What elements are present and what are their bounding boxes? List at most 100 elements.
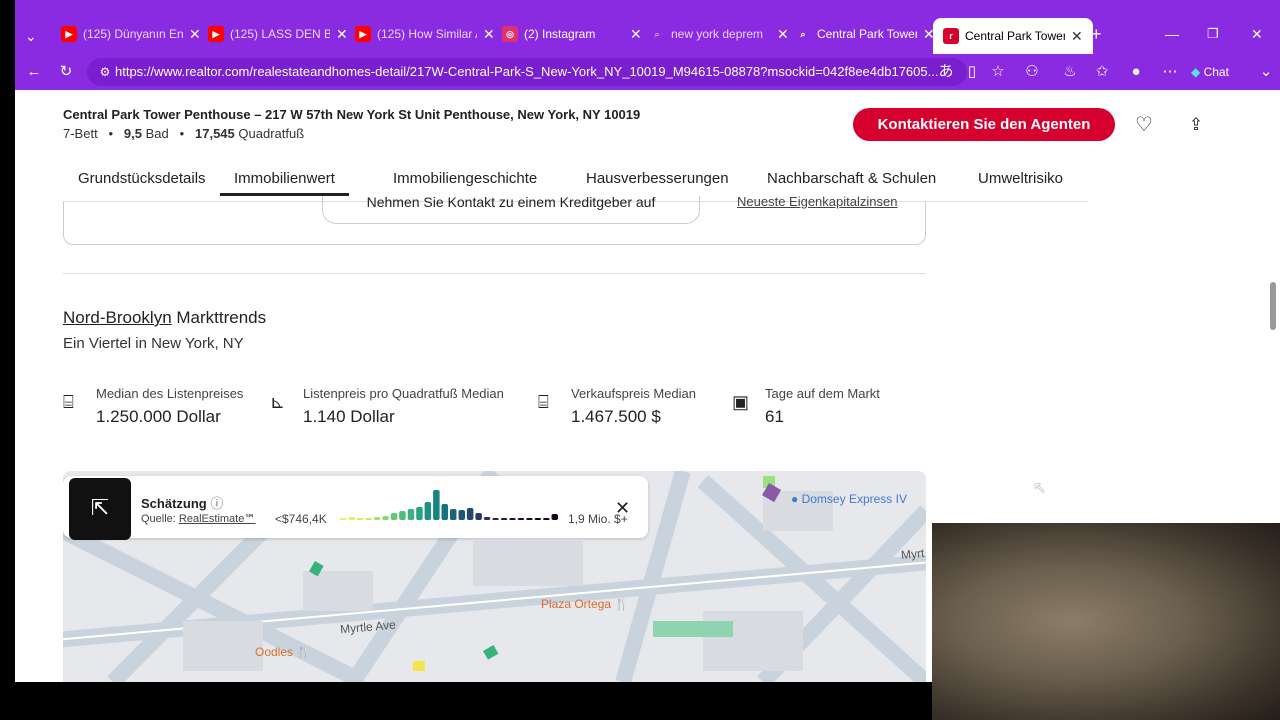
market-trends-subtitle: Ein Viertel in New York, NY xyxy=(63,335,244,352)
minimize-icon[interactable]: — xyxy=(1165,22,1179,46)
tab-title: (125) Dünyanın En Bü xyxy=(83,27,183,41)
more-menu-icon[interactable]: ⋯ xyxy=(1159,61,1181,83)
close-icon[interactable]: ✕ xyxy=(615,498,630,519)
contact-lender-button[interactable]: Nehmen Sie Kontakt zu einem Kreditgeber … xyxy=(322,196,700,224)
close-icon[interactable]: ✕ xyxy=(630,26,642,43)
browser-tab[interactable]: ▶ (125) How Similar Are ✕ xyxy=(355,22,495,46)
window-close-icon[interactable]: ✕ xyxy=(1251,22,1263,46)
performance-icon[interactable]: ♨ xyxy=(1059,61,1081,83)
browser-tab[interactable]: ▶ (125) Dünyanın En Bü ✕ xyxy=(61,22,201,46)
histogram-bar xyxy=(466,508,474,520)
browser-tab[interactable]: ▶ (125) LASS DEN BÄR ✕ xyxy=(208,22,348,46)
sold-tag-icon: ⌸ xyxy=(538,392,549,412)
tab-title: (125) LASS DEN BÄR xyxy=(230,27,330,41)
histogram-bar xyxy=(450,509,457,520)
close-icon[interactable]: ✕ xyxy=(777,26,789,43)
reader-icon[interactable]: ▯ xyxy=(961,61,983,83)
stat-label: Listenpreis pro Quadratfuß Median xyxy=(303,386,504,401)
mouse-cursor-icon: ↖ xyxy=(1033,480,1047,497)
ruler-icon: ⊾ xyxy=(270,392,286,412)
histogram-bar xyxy=(534,518,542,520)
tab-property-history[interactable]: Immobiliengeschichte xyxy=(393,170,537,187)
refresh-icon[interactable]: ↻ xyxy=(55,61,77,83)
estimate-source: Quelle: RealEstimate℠ xyxy=(141,513,256,525)
histogram-bar xyxy=(551,514,558,520)
sqft-value: 17,545 xyxy=(195,126,235,141)
tab-title: Central Park Tower xyxy=(965,29,1065,43)
histogram-bar xyxy=(356,518,364,520)
listing-title: Central Park Tower Penthouse – 217 W 57t… xyxy=(63,107,641,122)
chevron-down-icon[interactable]: ⌄ xyxy=(1255,61,1277,83)
favorite-star-icon[interactable]: ☆ xyxy=(987,61,1009,83)
beds-value: 7-Bett xyxy=(63,126,98,141)
browser-tab-active[interactable]: r Central Park Tower ✕ xyxy=(933,18,1093,54)
histogram-bar xyxy=(433,490,440,520)
heart-icon[interactable]: ♡ xyxy=(1133,114,1155,136)
histogram-bar xyxy=(407,509,415,520)
histogram-bar xyxy=(424,502,432,520)
url-field[interactable]: https://www.realtor.com/realestateandhom… xyxy=(87,58,967,86)
place-domsey[interactable]: ● Domsey Express IV xyxy=(791,492,907,506)
street-label-myrtle-2: Myrt xyxy=(900,546,925,562)
info-icon[interactable]: ⓘ xyxy=(210,496,223,511)
back-icon[interactable]: ← xyxy=(23,61,45,83)
tab-property-value[interactable]: Immobilienwert xyxy=(220,170,349,196)
extensions-icon[interactable]: ⚇ xyxy=(1021,61,1043,83)
tab-environmental-risk[interactable]: Umweltrisiko xyxy=(978,170,1063,187)
tab-neighborhood-schools[interactable]: Nachbarschaft & Schulen xyxy=(767,170,936,187)
price-histogram xyxy=(340,490,558,520)
close-icon[interactable]: ✕ xyxy=(189,26,201,43)
histogram-bar xyxy=(543,518,550,520)
search-icon: ⌕ xyxy=(654,28,660,39)
histogram-bar xyxy=(509,518,516,520)
equity-rates-link[interactable]: Neueste Eigenkapitalzinsen xyxy=(737,194,897,209)
tab-title: Central Park Tower xyxy=(817,27,917,41)
search-icon: ⌕ xyxy=(800,28,806,39)
new-tab-icon[interactable]: + xyxy=(1091,22,1102,46)
realtor-icon: r xyxy=(943,28,959,44)
histogram-bar xyxy=(390,513,398,520)
scrollbar-thumb[interactable] xyxy=(1270,282,1276,330)
site-info-icon[interactable]: ⚙ xyxy=(94,61,116,83)
close-icon[interactable]: ✕ xyxy=(483,26,495,43)
restore-icon[interactable]: ❐ xyxy=(1207,22,1219,46)
baths-label: Bad xyxy=(145,126,169,141)
translate-icon[interactable]: あ xyxy=(935,61,957,83)
contact-agent-button[interactable]: Kontaktieren Sie den Agenten xyxy=(853,108,1115,141)
chat-label: Chat xyxy=(1203,65,1229,79)
tab-home-improvements[interactable]: Hausverbesserungen xyxy=(586,170,729,187)
browser-tab[interactable]: ⌕ Central Park Tower ✕ xyxy=(795,22,934,46)
copilot-chat-button[interactable]: ◆ Chat xyxy=(1191,61,1251,83)
profile-avatar-icon[interactable]: ● xyxy=(1125,61,1147,83)
browser-tab[interactable]: ◎ (2) Instagram ✕ xyxy=(502,22,642,46)
close-icon[interactable]: ✕ xyxy=(336,26,348,43)
sqft-label: Quadratfuß xyxy=(238,126,305,141)
favorites-icon[interactable]: ✩ xyxy=(1091,61,1113,83)
neighborhood-link[interactable]: Nord-Brooklyn xyxy=(63,308,172,327)
baths-value: 9,5 xyxy=(123,126,142,141)
estimate-panel: ⇱ Schätzung ⓘ Quelle: RealEstimate℠ <$74… xyxy=(63,476,648,540)
histogram-bar xyxy=(517,518,525,520)
histogram-bar xyxy=(416,507,423,520)
tab-title: new york deprem xyxy=(671,27,764,41)
close-icon[interactable]: ✕ xyxy=(1071,28,1083,45)
neighborhood-map[interactable]: ⇱ Schätzung ⓘ Quelle: RealEstimate℠ <$74… xyxy=(63,471,926,682)
price-tag-icon: ⌸ xyxy=(63,392,74,412)
store-icon: ● xyxy=(791,492,799,506)
place-plaza-ortega[interactable]: Plaza Ortega 🍴 xyxy=(541,597,629,611)
stat-label: Tage auf dem Markt xyxy=(765,386,880,401)
tab-list-chevron-icon[interactable]: ⌄ xyxy=(25,24,37,48)
tab-property-details[interactable]: Grundstücksdetails xyxy=(78,170,206,187)
market-trends-label: Markttrends xyxy=(176,308,267,327)
restaurant-icon: 🍴 xyxy=(296,645,312,659)
stat-value: 1.467.500 $ xyxy=(571,407,661,426)
stat-value: 1.250.000 Dollar xyxy=(96,407,221,426)
stat-label: Median des Listenpreises xyxy=(96,386,244,401)
share-icon[interactable]: ⇪ xyxy=(1185,114,1207,136)
histogram-bar xyxy=(483,517,491,520)
place-oodles[interactable]: Oodles 🍴 xyxy=(255,645,311,659)
realestimate-link[interactable]: RealEstimate℠ xyxy=(179,513,256,525)
instagram-icon: ◎ xyxy=(502,26,518,42)
browser-tab[interactable]: ⌕ new york deprem ✕ xyxy=(649,22,789,46)
histogram-bar xyxy=(373,517,381,520)
